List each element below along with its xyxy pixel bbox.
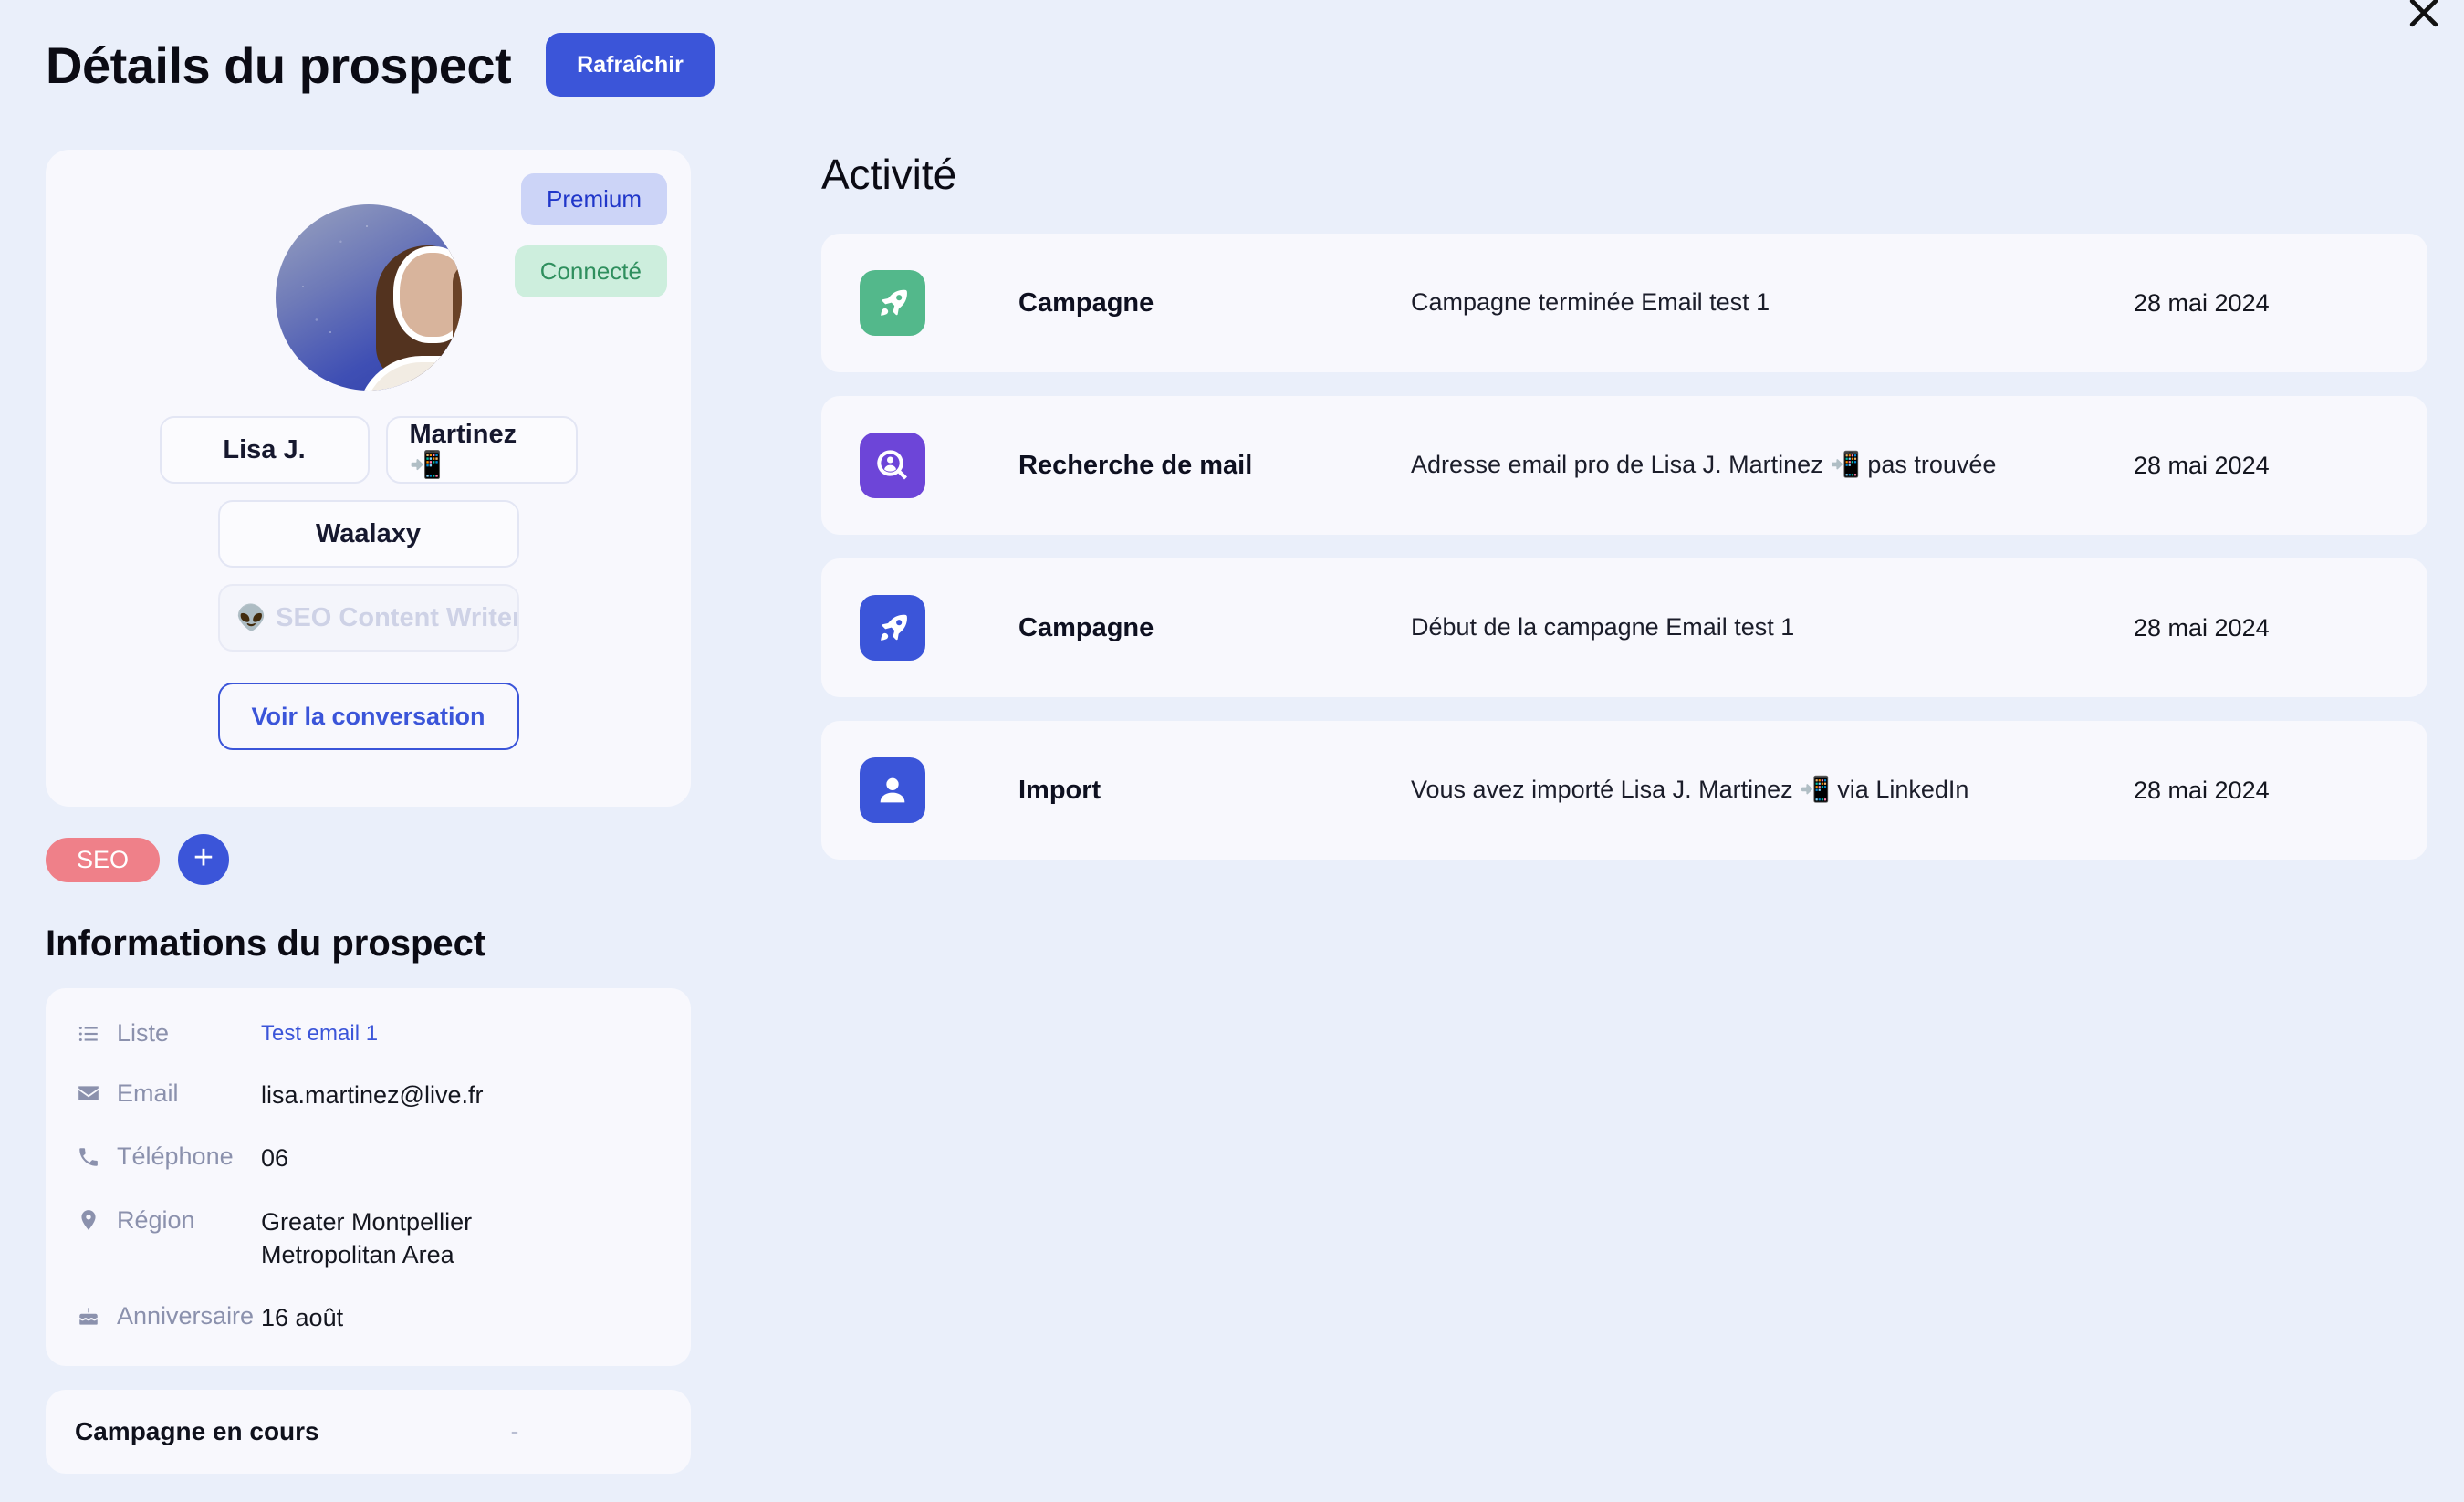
- activity-date: 28 mai 2024: [2134, 451, 2270, 479]
- list-icon: [75, 1022, 102, 1046]
- info-row-anniversaire: Anniversaire 16 août: [75, 1302, 662, 1335]
- activity-title: Activité: [821, 151, 957, 198]
- activity-list: Campagne Campagne terminée Email test 1 …: [821, 234, 2427, 860]
- table-row[interactable]: Campagne Campagne terminée Email test 1 …: [821, 234, 2427, 372]
- profile-card: Premium Connecté Lisa J. Martinez 📲 Waal…: [46, 150, 691, 807]
- job-title-text: SEO Content Writer &: [276, 602, 519, 632]
- current-campaign-value: -: [510, 1417, 519, 1445]
- activity-type: Recherche de mail: [1018, 450, 1253, 480]
- activity-type: Campagne: [1018, 287, 1154, 318]
- page-title: Détails du prospect: [46, 36, 512, 94]
- view-conversation-button[interactable]: Voir la conversation: [217, 683, 519, 750]
- right-column: Activité Campagne Campagne terminée Emai…: [821, 150, 2427, 860]
- info-row-telephone: Téléphone 06: [75, 1142, 662, 1175]
- phone-icon: [75, 1145, 102, 1169]
- info-value-region: Greater Montpellier Metropolitan Area: [261, 1207, 473, 1268]
- info-label-text: Région: [117, 1205, 195, 1234]
- info-value-anniversaire: 16 août: [261, 1304, 344, 1332]
- info-value-telephone: 06: [261, 1144, 289, 1173]
- table-row[interactable]: Recherche de mail Adresse email pro de L…: [821, 396, 2427, 535]
- rocket-icon: [860, 270, 925, 336]
- activity-type: Campagne: [1018, 612, 1154, 642]
- info-row-region: Région Greater Montpellier Metropolitan …: [75, 1206, 662, 1271]
- close-icon[interactable]: [2398, 0, 2449, 38]
- info-label-telephone: Téléphone: [75, 1142, 261, 1171]
- activity-type: Import: [1018, 775, 1101, 805]
- prospect-info-card: Liste Test email 1 Email lisa.martinez@l…: [46, 988, 691, 1366]
- name-fields: Lisa J. Martinez 📲: [69, 416, 667, 484]
- info-row-liste: Liste Test email 1: [75, 1019, 662, 1048]
- info-label-anniversaire: Anniversaire: [75, 1302, 261, 1330]
- info-label-text: Anniversaire: [117, 1302, 255, 1330]
- job-title-field[interactable]: 👽 SEO Content Writer &: [217, 584, 519, 652]
- prospect-details-page: Détails du prospect Rafraîchir Premium C…: [0, 0, 2464, 1502]
- rocket-icon: [860, 595, 925, 661]
- add-tag-button[interactable]: +: [178, 834, 230, 885]
- info-label-text: Email: [117, 1079, 179, 1107]
- info-value-email: lisa.martinez@live.fr: [261, 1080, 484, 1109]
- table-row[interactable]: Campagne Début de la campagne Email test…: [821, 558, 2427, 697]
- status-badge-premium: Premium: [520, 173, 667, 225]
- person-icon: [860, 757, 925, 823]
- activity-date: 28 mai 2024: [2134, 776, 2270, 804]
- person-search-icon: [860, 433, 925, 498]
- info-label-email: Email: [75, 1080, 261, 1108]
- tag-seo[interactable]: SEO: [46, 837, 161, 882]
- activity-description: Adresse email pro de Lisa J. Martinez 📲 …: [1411, 451, 1997, 479]
- refresh-button[interactable]: Rafraîchir: [546, 33, 715, 97]
- first-name-field[interactable]: Lisa J.: [159, 416, 370, 484]
- status-badge-connected: Connecté: [514, 245, 667, 297]
- prospect-info-title: Informations du prospect: [46, 923, 486, 964]
- profile-badges: Premium Connecté: [514, 173, 667, 297]
- info-label-text: Téléphone: [117, 1142, 234, 1171]
- alien-icon: 👽: [235, 604, 267, 631]
- last-name-field[interactable]: Martinez 📲: [385, 416, 578, 484]
- cake-icon: [75, 1305, 102, 1329]
- current-campaign-label: Campagne en cours: [75, 1416, 319, 1445]
- info-label-text: Liste: [117, 1019, 170, 1047]
- location-icon: [75, 1208, 102, 1232]
- activity-description: Début de la campagne Email test 1: [1411, 613, 1795, 641]
- avatar: [275, 204, 462, 391]
- company-field[interactable]: Waalaxy: [217, 500, 519, 568]
- left-column: Premium Connecté Lisa J. Martinez 📲 Waal…: [46, 150, 691, 1474]
- info-label-liste: Liste: [75, 1019, 261, 1048]
- activity-description: Vous avez importé Lisa J. Martinez 📲 via…: [1411, 776, 1969, 804]
- activity-date: 28 mai 2024: [2134, 288, 2270, 317]
- envelope-icon: [75, 1081, 102, 1105]
- tag-row: SEO +: [46, 834, 691, 885]
- info-value-liste[interactable]: Test email 1: [261, 1019, 378, 1048]
- info-row-email: Email lisa.martinez@live.fr: [75, 1080, 662, 1112]
- page-header: Détails du prospect Rafraîchir: [46, 33, 715, 97]
- table-row[interactable]: Import Vous avez importé Lisa J. Martine…: [821, 721, 2427, 860]
- info-label-region: Région: [75, 1206, 261, 1235]
- activity-date: 28 mai 2024: [2134, 613, 2270, 641]
- activity-description: Campagne terminée Email test 1: [1411, 288, 1770, 317]
- current-campaign-card: Campagne en cours -: [46, 1389, 691, 1474]
